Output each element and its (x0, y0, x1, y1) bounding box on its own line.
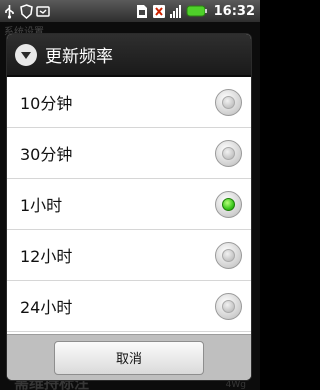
screen: 系统设置 需维持标注 4Wg 16:32 更新频率 10分钟 30分钟 1小时 … (0, 0, 260, 390)
status-bar: 16:32 (0, 0, 260, 22)
frequency-option-label: 1小时 (20, 196, 63, 215)
frequency-option-label: 30分钟 (20, 145, 73, 164)
status-time: 16:32 (213, 3, 255, 19)
radio-dot-icon (222, 146, 235, 160)
sim-icon (135, 3, 149, 19)
signal-icon (169, 3, 183, 19)
battery-icon (186, 3, 208, 19)
radio-button[interactable] (215, 88, 242, 116)
frequency-option[interactable]: 12小时 (7, 230, 251, 281)
radio-dot-icon (222, 197, 235, 211)
frequency-options-list: 10分钟 30分钟 1小时 12小时 24小时 (7, 77, 251, 332)
notification-icon (36, 3, 50, 19)
frequency-option[interactable]: 24小时 (7, 281, 251, 332)
shield-icon (19, 3, 33, 19)
frequency-option-label: 10分钟 (20, 94, 73, 113)
radio-dot-icon (222, 299, 235, 313)
frequency-option[interactable]: 30分钟 (7, 128, 251, 179)
update-frequency-dialog: 更新频率 10分钟 30分钟 1小时 12小时 24小时 取消 (7, 34, 251, 380)
radio-button-checked[interactable] (215, 190, 242, 218)
frequency-option-label: 24小时 (20, 298, 73, 317)
usb-icon (2, 3, 16, 19)
frequency-option[interactable]: 1小时 (7, 179, 251, 230)
radio-button[interactable] (215, 139, 242, 167)
no-signal-icon (152, 3, 166, 19)
circle-down-arrow-icon (15, 43, 37, 66)
frequency-option[interactable]: 10分钟 (7, 77, 251, 128)
dialog-title: 更新频率 (45, 47, 113, 67)
frequency-option-label: 12小时 (20, 247, 73, 266)
radio-dot-icon (222, 248, 235, 262)
radio-button[interactable] (215, 292, 242, 320)
radio-button[interactable] (215, 241, 242, 269)
cancel-button[interactable]: 取消 (54, 340, 204, 375)
dialog-footer: 取消 (7, 334, 251, 380)
radio-dot-icon (222, 95, 235, 109)
dialog-header: 更新频率 (7, 34, 251, 77)
